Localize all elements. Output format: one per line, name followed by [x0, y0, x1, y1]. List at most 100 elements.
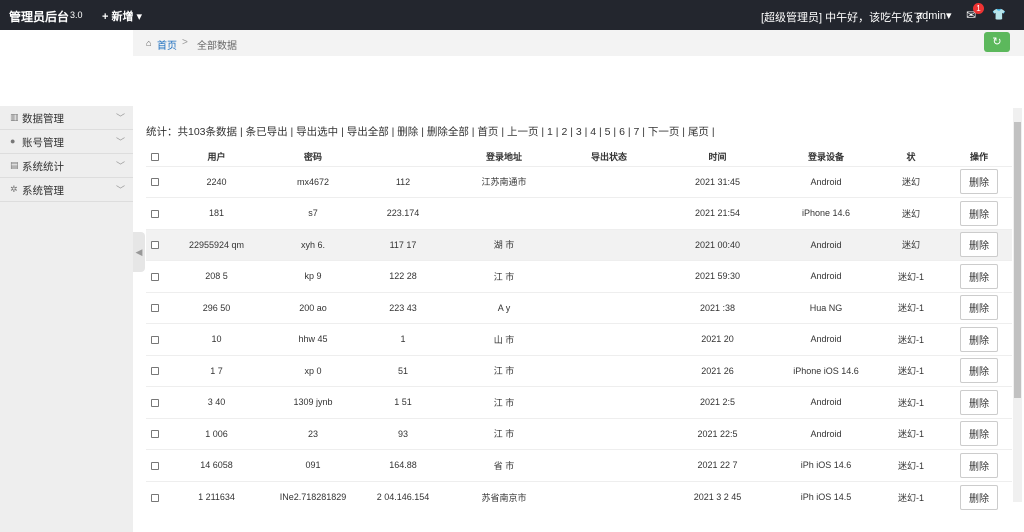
- chevron-down-icon: ﹀: [116, 185, 126, 195]
- table-cell: 江 市: [449, 417, 559, 450]
- action-cell: 删除: [946, 449, 1012, 481]
- table-cell: Android: [776, 165, 876, 198]
- table-cell: 2021 26: [659, 354, 776, 387]
- table-cell: 2021 21:54: [659, 197, 776, 229]
- exported-count-link[interactable]: 条已导出: [246, 126, 288, 138]
- action-cell: 删除: [946, 228, 1012, 261]
- sidebar-item-label: 数据管理: [22, 113, 64, 125]
- table-cell: [559, 197, 659, 229]
- table-cell: iPh iOS 14.5: [776, 480, 876, 513]
- table-cell: [559, 323, 659, 355]
- table-header-row: 用户 密码 登录地址 导出状态 时间 登录设备 状 操作: [146, 148, 1012, 166]
- table-cell: 112: [357, 165, 449, 198]
- scrollbar-thumb[interactable]: [1014, 122, 1021, 398]
- table-cell: 1: [357, 323, 449, 355]
- new-button[interactable]: + 新增 ▾: [102, 8, 142, 24]
- admin-menu[interactable]: admin▾: [916, 9, 951, 22]
- table-cell: 296 50: [164, 291, 269, 324]
- table-cell: 117 17: [357, 228, 449, 261]
- page-link[interactable]: 4: [590, 126, 596, 138]
- row-select-cell: [146, 449, 164, 481]
- page-link[interactable]: 1: [547, 126, 553, 138]
- table-cell: 51: [357, 354, 449, 387]
- chevron-down-icon: ﹀: [116, 137, 126, 147]
- page-link[interactable]: 2: [561, 126, 567, 138]
- row-select-cell: [146, 291, 164, 324]
- action-cell: 删除: [946, 291, 1012, 324]
- table-cell: 208 5: [164, 260, 269, 292]
- sidebar-item-accounts[interactable]: ● 账号管理 ﹀: [0, 130, 133, 154]
- table-cell: iPhone iOS 14.6: [776, 354, 876, 387]
- table-cell: 14 6058: [164, 449, 269, 481]
- delete-button[interactable]: 删除: [960, 295, 998, 321]
- row-select-cell: [146, 480, 164, 513]
- row-checkbox[interactable]: [151, 178, 159, 187]
- sidebar-item-stats[interactable]: ▤ 系统统计 ﹀: [0, 154, 133, 178]
- delete-button[interactable]: 删除: [960, 263, 998, 289]
- delete-button[interactable]: 删除: [960, 358, 998, 384]
- sidebar-item-data[interactable]: ▥ 数据管理 ﹀: [0, 106, 133, 130]
- next-page-link[interactable]: 下一页: [648, 126, 680, 138]
- action-cell: 删除: [946, 480, 1012, 513]
- table-cell: 2021 59:30: [659, 260, 776, 292]
- theme-icon[interactable]: 👕: [992, 8, 1006, 21]
- row-select-cell: [146, 165, 164, 198]
- row-checkbox[interactable]: [151, 335, 159, 344]
- delete-all-link[interactable]: 删除全部: [427, 126, 469, 138]
- delete-button[interactable]: 删除: [960, 169, 998, 195]
- table-cell: s7: [269, 197, 357, 229]
- delete-button[interactable]: 删除: [960, 232, 998, 258]
- select-all-checkbox[interactable]: [151, 153, 159, 162]
- export-all-link[interactable]: 导出全部: [347, 126, 389, 138]
- delete-button[interactable]: 删除: [960, 421, 998, 447]
- row-select-cell: [146, 417, 164, 450]
- row-select-cell: [146, 354, 164, 387]
- table-cell: [559, 417, 659, 450]
- table-cell: 迷幻-1: [876, 354, 946, 387]
- sidebar-collapse-button[interactable]: ◀: [133, 232, 145, 272]
- row-checkbox[interactable]: [151, 398, 159, 407]
- row-checkbox[interactable]: [151, 304, 159, 313]
- row-checkbox[interactable]: [151, 461, 159, 470]
- column-header: 时间: [708, 152, 727, 163]
- page-link[interactable]: 5: [605, 126, 611, 138]
- chevron-down-icon: ﹀: [116, 113, 126, 123]
- table-cell: 2021 :38: [659, 291, 776, 324]
- sidebar-item-label: 系统管理: [22, 185, 64, 197]
- prev-page-link[interactable]: 上一页: [507, 126, 539, 138]
- greeting-text: [超级管理员] 中午好，该吃午饭了！: [761, 12, 936, 24]
- row-select-cell: [146, 323, 164, 355]
- home-icon: ⌂: [146, 38, 152, 48]
- page-link[interactable]: 6: [619, 126, 625, 138]
- refresh-button[interactable]: ↻: [984, 32, 1010, 52]
- delete-button[interactable]: 删除: [960, 326, 998, 352]
- row-checkbox[interactable]: [151, 430, 159, 439]
- delete-button[interactable]: 删除: [960, 389, 998, 415]
- row-checkbox[interactable]: [151, 272, 159, 281]
- row-checkbox[interactable]: [151, 209, 159, 218]
- export-selected-link[interactable]: 导出选中: [296, 126, 338, 138]
- row-checkbox[interactable]: [151, 367, 159, 376]
- scrollbar[interactable]: [1013, 108, 1022, 502]
- table-cell: 迷幻: [876, 165, 946, 198]
- table-cell: 10: [164, 323, 269, 355]
- row-checkbox[interactable]: [151, 493, 159, 502]
- table-cell: iPhone 14.6: [776, 197, 876, 229]
- sidebar-item-system[interactable]: ✲ 系统管理 ﹀: [0, 178, 133, 202]
- first-page-link[interactable]: 首页: [477, 126, 498, 138]
- table-row: 2240 mx4672 112 江苏南通市 2021 31:45 Android 迷幻 删除: [146, 165, 1012, 198]
- table-cell: xp 0: [269, 354, 357, 387]
- table-cell: iPh iOS 14.6: [776, 449, 876, 481]
- delete-button[interactable]: 删除: [960, 200, 998, 226]
- row-checkbox[interactable]: [151, 241, 159, 250]
- delete-link[interactable]: 删除: [397, 126, 418, 138]
- page-link[interactable]: 7: [633, 126, 639, 138]
- table-cell: 2 04.146.154: [357, 480, 449, 513]
- delete-button[interactable]: 删除: [960, 484, 998, 510]
- page-link[interactable]: 3: [576, 126, 582, 138]
- table-row: 14 6058 091 164.88 省 市 2021 22 7 iPh iOS 14.6…: [146, 449, 1012, 481]
- breadcrumb-home-link[interactable]: 首页: [157, 37, 177, 52]
- table-cell: Hua NG: [776, 291, 876, 324]
- delete-button[interactable]: 删除: [960, 452, 998, 478]
- last-page-link[interactable]: 尾页: [688, 126, 709, 138]
